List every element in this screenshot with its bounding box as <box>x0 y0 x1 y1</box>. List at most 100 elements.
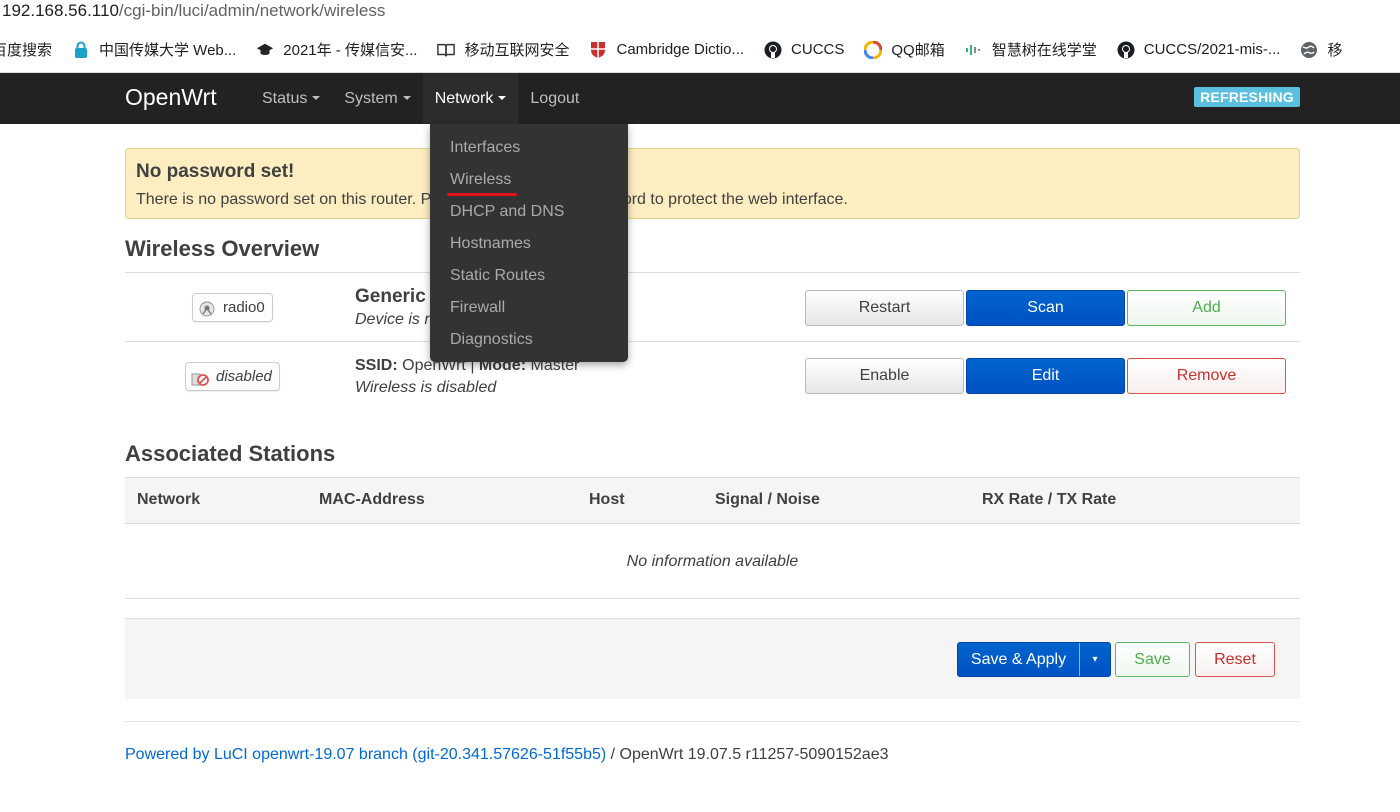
column-header-mac: MAC-Address <box>319 491 425 508</box>
url-path: /cgi-bin/luci/admin/network/wireless <box>118 1 386 20</box>
globe-icon <box>1300 41 1318 59</box>
caret-down-icon <box>312 95 321 100</box>
alert-title: No password set! <box>136 161 295 182</box>
alert-text-end: word to protect the web interface. <box>611 191 848 208</box>
add-button[interactable]: Add <box>1127 290 1286 326</box>
bookmark-cuccs-mis[interactable]: CUCCS/2021-mis-... <box>1117 27 1281 72</box>
alert-text-start: There is no password set on this router.… <box>136 191 432 208</box>
bookmark-label: CUCCS/2021-mis-... <box>1143 41 1281 58</box>
wireless-overview-table: radio0 Generic Device is n Restart Scan … <box>125 272 1300 410</box>
radio-badge: radio0 <box>192 293 273 322</box>
lock-icon <box>72 41 90 59</box>
bookmark-more[interactable]: 移 <box>1300 27 1343 72</box>
edit-button[interactable]: Edit <box>966 358 1125 394</box>
save-apply-dropdown-toggle[interactable]: ▾ <box>1080 643 1110 676</box>
save-apply-split-button: Save & Apply ▾ <box>957 642 1111 677</box>
bookmark-mobile-security[interactable]: 移动互联网安全 <box>437 27 570 72</box>
graduation-cap-icon <box>256 41 274 59</box>
radio-status: Device is n <box>355 311 434 328</box>
column-header-network: Network <box>137 491 201 508</box>
column-header-host: Host <box>589 491 625 508</box>
qq-mail-icon <box>864 40 883 59</box>
ssid-label: SSID: <box>355 357 398 374</box>
associated-stations-title: Associated Stations <box>125 441 336 466</box>
bookmarks-bar: 百度搜索 中国传媒大学 Web... 2021年 - 传媒信安... 移动互联网… <box>0 27 1400 73</box>
page-footer: Powered by LuCI openwrt-19.07 branch (gi… <box>125 745 888 765</box>
radio-name: Generic <box>355 286 426 307</box>
nav-status[interactable]: Status <box>250 73 332 124</box>
nav-network-label: Network <box>434 90 494 107</box>
shield-crest-icon <box>589 41 607 59</box>
bookmark-baidu[interactable]: 百度搜索 <box>0 27 53 72</box>
bookmark-cuc-web[interactable]: 中国传媒大学 Web... <box>72 27 237 72</box>
remove-button[interactable]: Remove <box>1127 358 1286 394</box>
column-header-rx-tx-rate: RX Rate / TX Rate <box>982 491 1117 508</box>
bookmark-cambridge[interactable]: Cambridge Dictio... <box>589 27 745 72</box>
wireless-overview-title: Wireless Overview <box>125 236 320 261</box>
menu-item-hostnames[interactable]: Hostnames <box>430 228 628 260</box>
menu-item-diagnostics[interactable]: Diagnostics <box>430 324 628 356</box>
bookmark-label: 智慧树在线学堂 <box>991 42 1097 59</box>
wifi-antenna-icon <box>198 299 216 317</box>
empty-table-message: No information available <box>125 524 1300 599</box>
menu-item-wireless[interactable]: Wireless <box>430 164 628 196</box>
bookmark-label: CUCCS <box>791 41 845 58</box>
reset-button[interactable]: Reset <box>1195 642 1275 677</box>
menu-item-firewall[interactable]: Firewall <box>430 292 628 324</box>
enable-button[interactable]: Enable <box>805 358 964 394</box>
radio-row: radio0 Generic Device is n Restart Scan … <box>125 272 1300 341</box>
book-icon <box>437 41 456 59</box>
bookmark-zhihuishu[interactable]: 智慧树在线学堂 <box>965 27 1097 72</box>
network-row: disabled SSID: OpenWrt | Mode: Master Wi… <box>125 341 1300 410</box>
top-navbar: OpenWrt Status System Network Logout <box>0 73 1400 124</box>
footer-divider <box>125 721 1300 722</box>
caret-down-icon <box>498 95 507 100</box>
nav-system[interactable]: System <box>332 73 422 124</box>
bookmark-label: 移动互联网安全 <box>464 42 570 59</box>
github-icon <box>1117 41 1135 59</box>
caret-down-icon <box>402 95 411 100</box>
bookmark-label: 百度搜索 <box>0 42 53 59</box>
restart-button[interactable]: Restart <box>805 290 964 326</box>
network-dropdown-menu: Interfaces Wireless DHCP and DNS Hostnam… <box>430 124 628 362</box>
github-icon <box>764 41 782 59</box>
main-nav: Status System Network Logout <box>250 73 591 124</box>
network-status-badge-label: disabled <box>216 368 272 385</box>
nav-network[interactable]: Network <box>422 73 519 124</box>
bookmark-label: 移 <box>1327 42 1343 59</box>
address-bar[interactable]: 192.168.56.110/cgi-bin/luci/admin/networ… <box>0 0 1400 27</box>
bookmark-label: QQ邮箱 <box>891 42 945 59</box>
nav-logout[interactable]: Logout <box>518 73 591 124</box>
bookmark-label: Cambridge Dictio... <box>616 41 745 58</box>
nav-logout-label: Logout <box>530 90 580 107</box>
refreshing-indicator[interactable]: REFRESHING <box>1194 87 1300 107</box>
nav-status-label: Status <box>262 90 308 107</box>
save-apply-button[interactable]: Save & Apply <box>958 643 1080 676</box>
menu-item-dhcp-dns[interactable]: DHCP and DNS <box>430 196 628 228</box>
scan-button[interactable]: Scan <box>966 290 1125 326</box>
bookmark-cuccs[interactable]: CUCCS <box>764 27 845 72</box>
network-status: Wireless is disabled <box>355 379 497 396</box>
nav-system-label: System <box>344 90 398 107</box>
alert-text: There is no password set on this router.… <box>136 189 1289 211</box>
save-button[interactable]: Save <box>1115 642 1190 677</box>
url-host: 192.168.56.110 <box>2 1 119 20</box>
bookmark-label: 2021年 - 传媒信安... <box>283 42 418 59</box>
bookmark-qq-mail[interactable]: QQ邮箱 <box>864 27 945 72</box>
red-underline-annotation <box>447 193 517 196</box>
table-header: Network MAC-Address Host Signal / Noise … <box>125 477 1300 524</box>
audio-bars-icon <box>965 41 983 59</box>
menu-item-static-routes[interactable]: Static Routes <box>430 260 628 292</box>
luci-link[interactable]: Powered by LuCI openwrt-19.07 branch (gi… <box>125 746 606 763</box>
radio-badge-label: radio0 <box>223 299 265 316</box>
menu-item-interfaces[interactable]: Interfaces <box>430 132 628 164</box>
wifi-disabled-icon <box>191 368 209 386</box>
associated-stations-table: Network MAC-Address Host Signal / Noise … <box>125 477 1300 599</box>
column-header-signal-noise: Signal / Noise <box>715 491 820 508</box>
page-actions: Save & Apply ▾ Save Reset <box>125 618 1300 699</box>
brand-logo[interactable]: OpenWrt <box>125 83 217 111</box>
bookmark-label: 中国传媒大学 Web... <box>99 42 237 59</box>
no-password-alert: No password set! There is no password se… <box>125 148 1300 219</box>
footer-version: / OpenWrt 19.07.5 r11257-5090152ae3 <box>606 746 889 763</box>
bookmark-2021[interactable]: 2021年 - 传媒信安... <box>256 27 418 72</box>
